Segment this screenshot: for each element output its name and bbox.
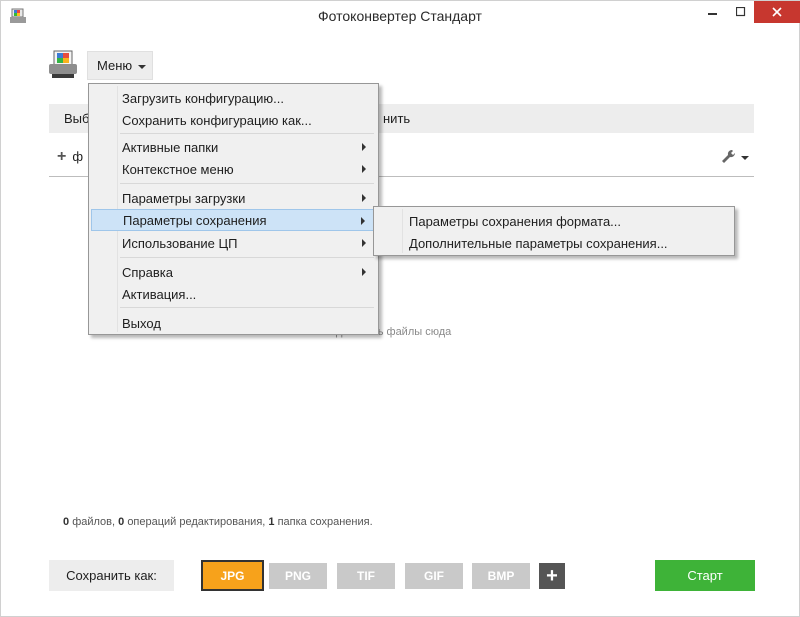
add-format-button[interactable]: +	[539, 563, 565, 589]
status-bar: 0 файлов, 0 операций редактирования, 1 п…	[63, 516, 373, 528]
chevron-right-icon	[362, 165, 366, 173]
add-files-label: ф	[72, 149, 84, 164]
menu-item-save-params[interactable]: Параметры сохранения	[91, 209, 376, 231]
app-logo-icon	[49, 50, 77, 78]
menu-item-label: Использование ЦП	[122, 235, 238, 251]
menu-item-label: Выход	[122, 315, 161, 331]
menu-item-activation[interactable]: Активация...	[91, 283, 376, 305]
start-button[interactable]: Старт	[655, 560, 755, 591]
format-jpg-button[interactable]: JPG	[201, 560, 264, 591]
wrench-icon	[722, 149, 736, 163]
menu-item-label: Контекстное меню	[122, 161, 234, 177]
files-label: файлов,	[72, 516, 116, 528]
submenu-item-extra-save-params[interactable]: Дополнительные параметры сохранения...	[376, 232, 732, 254]
ops-count: 0	[118, 516, 125, 528]
menu-item-cpu-usage[interactable]: Использование ЦП	[91, 232, 376, 254]
menu-item-label: Загрузить конфигурацию...	[122, 90, 285, 106]
format-png-button[interactable]: PNG	[269, 563, 327, 589]
close-icon	[772, 7, 782, 17]
ops-label: операций редактирования,	[127, 516, 266, 528]
maximize-icon	[736, 7, 746, 17]
format-tif-button[interactable]: TIF	[337, 563, 395, 589]
chevron-right-icon	[362, 194, 366, 202]
menu-separator	[120, 133, 374, 134]
menu-item-exit[interactable]: Выход	[91, 312, 376, 334]
menu-item-help[interactable]: Справка	[91, 261, 376, 283]
menu-item-label: Активные папки	[122, 139, 219, 155]
toolbar-select-button[interactable]: Выб	[64, 111, 89, 126]
menu-item-active-folders[interactable]: Активные папки	[91, 136, 376, 158]
plus-icon: +	[546, 564, 558, 587]
submenu-item-label: Дополнительные параметры сохранения...	[409, 235, 668, 251]
menu-item-label: Сохранить конфигурацию как...	[122, 112, 312, 128]
folders-label: папка сохранения.	[277, 516, 373, 528]
title-bar[interactable]: Фотоконвертер Стандарт	[1, 1, 800, 32]
menu-separator	[120, 183, 374, 184]
chevron-right-icon	[362, 268, 366, 276]
menu-item-load-params[interactable]: Параметры загрузки	[91, 187, 376, 209]
chevron-down-icon	[741, 156, 749, 160]
chevron-right-icon	[362, 143, 366, 151]
main-menu: Загрузить конфигурацию... Сохранить конф…	[88, 83, 379, 335]
maximize-button[interactable]	[728, 1, 754, 23]
save-as-label: Сохранить как:	[49, 560, 174, 591]
toolbar-right-button[interactable]: нить	[383, 111, 410, 126]
chevron-down-icon	[138, 64, 147, 69]
menu-item-load-config[interactable]: Загрузить конфигурацию...	[91, 87, 376, 109]
folders-count: 1	[268, 516, 275, 528]
menu-item-label: Активация...	[122, 286, 197, 302]
format-gif-button[interactable]: GIF	[405, 563, 463, 589]
menu-item-label: Параметры сохранения	[123, 212, 267, 228]
add-files-button[interactable]: + ф	[57, 147, 84, 165]
menu-item-label: Параметры загрузки	[122, 190, 246, 206]
save-params-submenu: Параметры сохранения формата... Дополнит…	[373, 206, 735, 256]
settings-button[interactable]	[721, 149, 749, 165]
chevron-right-icon	[361, 217, 365, 225]
close-button[interactable]	[754, 1, 800, 23]
menu-button[interactable]: Меню	[87, 51, 153, 80]
menu-separator	[120, 307, 374, 308]
window-title: Фотоконвертер Стандарт	[318, 8, 482, 24]
chevron-right-icon	[362, 239, 366, 247]
plus-icon: +	[57, 147, 67, 165]
format-bmp-button[interactable]: BMP	[472, 563, 530, 589]
app-window: Фотоконвертер Стандарт Меню Выб нить + ф	[0, 0, 800, 617]
minimize-icon	[708, 13, 717, 15]
menu-item-label: Справка	[122, 264, 173, 280]
menu-separator	[120, 257, 374, 258]
menu-button-label: Меню	[97, 58, 133, 73]
minimize-button[interactable]	[698, 1, 728, 23]
submenu-item-format-save-params[interactable]: Параметры сохранения формата...	[376, 210, 732, 232]
files-count: 0	[63, 516, 70, 528]
menu-item-save-config[interactable]: Сохранить конфигурацию как...	[91, 109, 376, 131]
submenu-item-label: Параметры сохранения формата...	[409, 213, 622, 229]
menu-item-context-menu[interactable]: Контекстное меню	[91, 158, 376, 180]
